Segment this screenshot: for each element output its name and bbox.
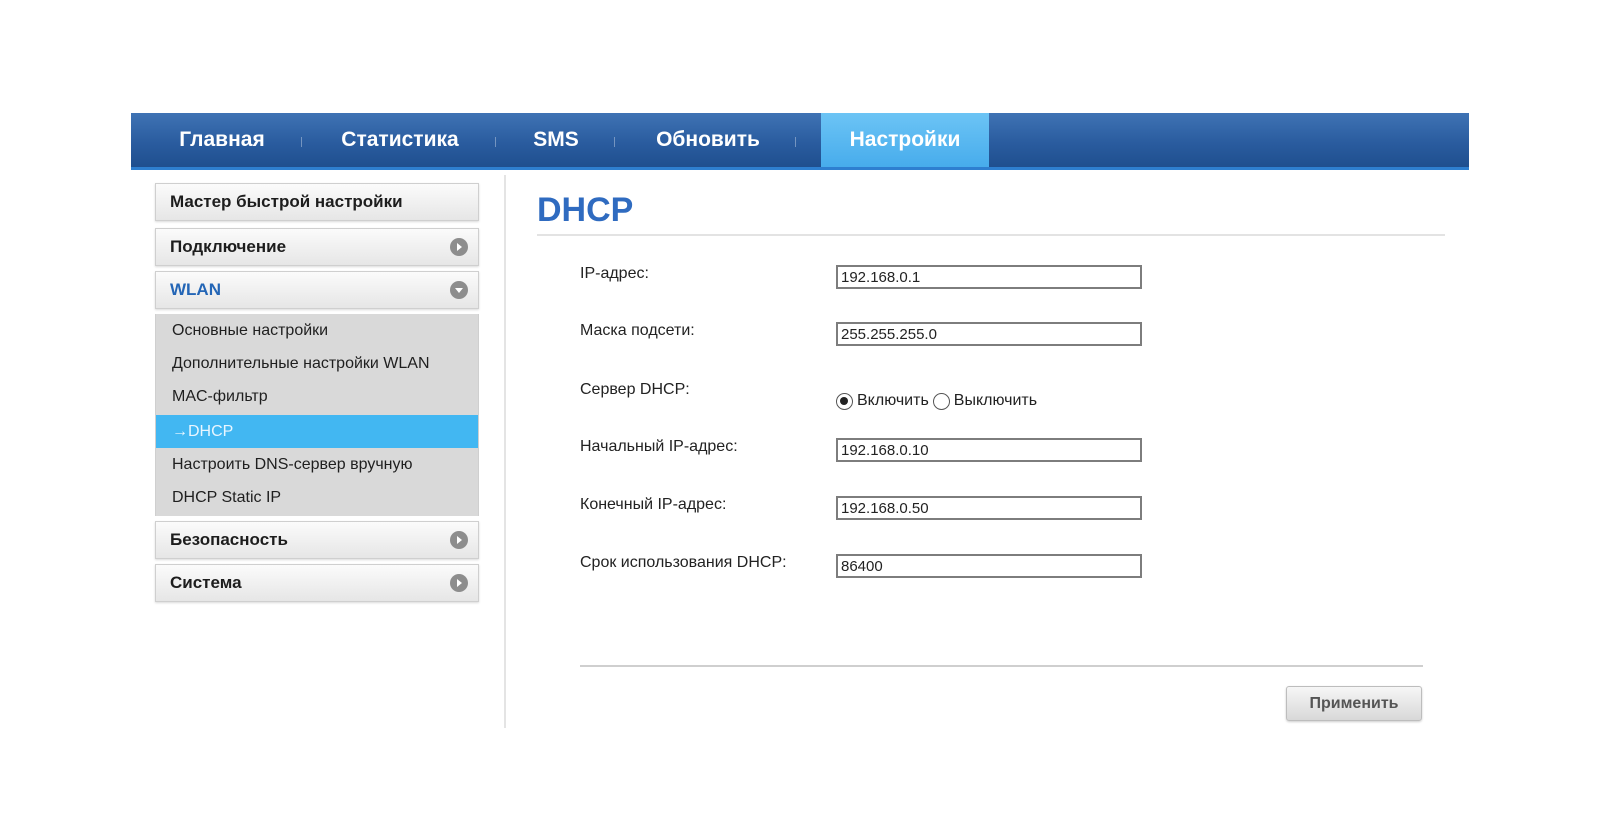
dhcp-server-radio-group: Включить Выключить (836, 390, 1037, 412)
title-divider (537, 234, 1445, 236)
tab-sms[interactable]: SMS (509, 113, 603, 167)
sidebar-subitem-dhcp[interactable]: →DHCP (156, 415, 478, 448)
end-ip-label: Конечный IP-адрес: (580, 496, 727, 513)
sidebar-subitem-mac-filter[interactable]: MAC-фильтр (156, 380, 478, 413)
tab-separator (495, 137, 496, 147)
sidebar-item-label: Мастер быстрой настройки (170, 192, 403, 211)
apply-button[interactable]: Применить (1286, 686, 1422, 721)
dhcp-enable-label: Включить (857, 392, 929, 409)
ip-address-label: IP-адрес: (580, 265, 649, 282)
tab-separator (301, 137, 302, 147)
tab-home[interactable]: Главная (153, 113, 291, 167)
sidebar-item-system[interactable]: Система (155, 564, 479, 602)
sidebar-item-security[interactable]: Безопасность (155, 521, 479, 559)
lease-time-input[interactable] (836, 554, 1142, 578)
chevron-right-icon (450, 574, 468, 592)
sidebar-item-label: Система (170, 573, 242, 592)
chevron-right-icon (450, 238, 468, 256)
sidebar-item-label: Подключение (170, 237, 287, 256)
top-navigation: Главная Статистика SMS Обновить Настройк… (131, 113, 1469, 170)
tab-separator (795, 137, 796, 147)
tab-statistics[interactable]: Статистика (316, 113, 484, 167)
sidebar-item-connection[interactable]: Подключение (155, 228, 479, 266)
chevron-right-icon (450, 531, 468, 549)
start-ip-label: Начальный IP-адрес: (580, 438, 738, 455)
sidebar-item-label: WLAN (170, 280, 221, 299)
dhcp-enable-radio[interactable] (836, 392, 853, 410)
vertical-divider (504, 175, 506, 728)
dhcp-server-label: Сервер DHCP: (580, 381, 690, 398)
chevron-down-icon (450, 281, 468, 299)
router-admin-frame: Главная Статистика SMS Обновить Настройк… (131, 113, 1469, 728)
sidebar-item-quick-setup[interactable]: Мастер быстрой настройки (155, 183, 479, 221)
wlan-submenu: Основные настройки Дополнительные настро… (155, 314, 479, 516)
sidebar-subitem-advanced-wlan[interactable]: Дополнительные настройки WLAN (156, 347, 478, 380)
subnet-mask-label: Маска подсети: (580, 322, 695, 339)
lease-time-label: Срок использования DHCP: (580, 554, 787, 571)
sidebar-subitem-dhcp-static-ip[interactable]: DHCP Static IP (156, 481, 478, 514)
sidebar-item-label: Безопасность (170, 530, 288, 549)
end-ip-input[interactable] (836, 496, 1142, 520)
sidebar-item-wlan[interactable]: WLAN (155, 271, 479, 309)
sidebar-subitem-manual-dns[interactable]: Настроить DNS-сервер вручную (156, 448, 478, 481)
tab-update[interactable]: Обновить (629, 113, 787, 167)
dhcp-disable-label: Выключить (953, 392, 1038, 409)
subnet-mask-input[interactable] (836, 322, 1142, 346)
start-ip-input[interactable] (836, 438, 1142, 462)
form-divider (580, 665, 1423, 667)
dhcp-disable-radio[interactable] (932, 392, 950, 410)
sidebar-subitem-basic-settings[interactable]: Основные настройки (156, 314, 478, 347)
page-title: DHCP (537, 191, 634, 229)
tab-settings[interactable]: Настройки (821, 113, 989, 167)
tab-separator (614, 137, 615, 147)
ip-address-input[interactable] (836, 265, 1142, 289)
